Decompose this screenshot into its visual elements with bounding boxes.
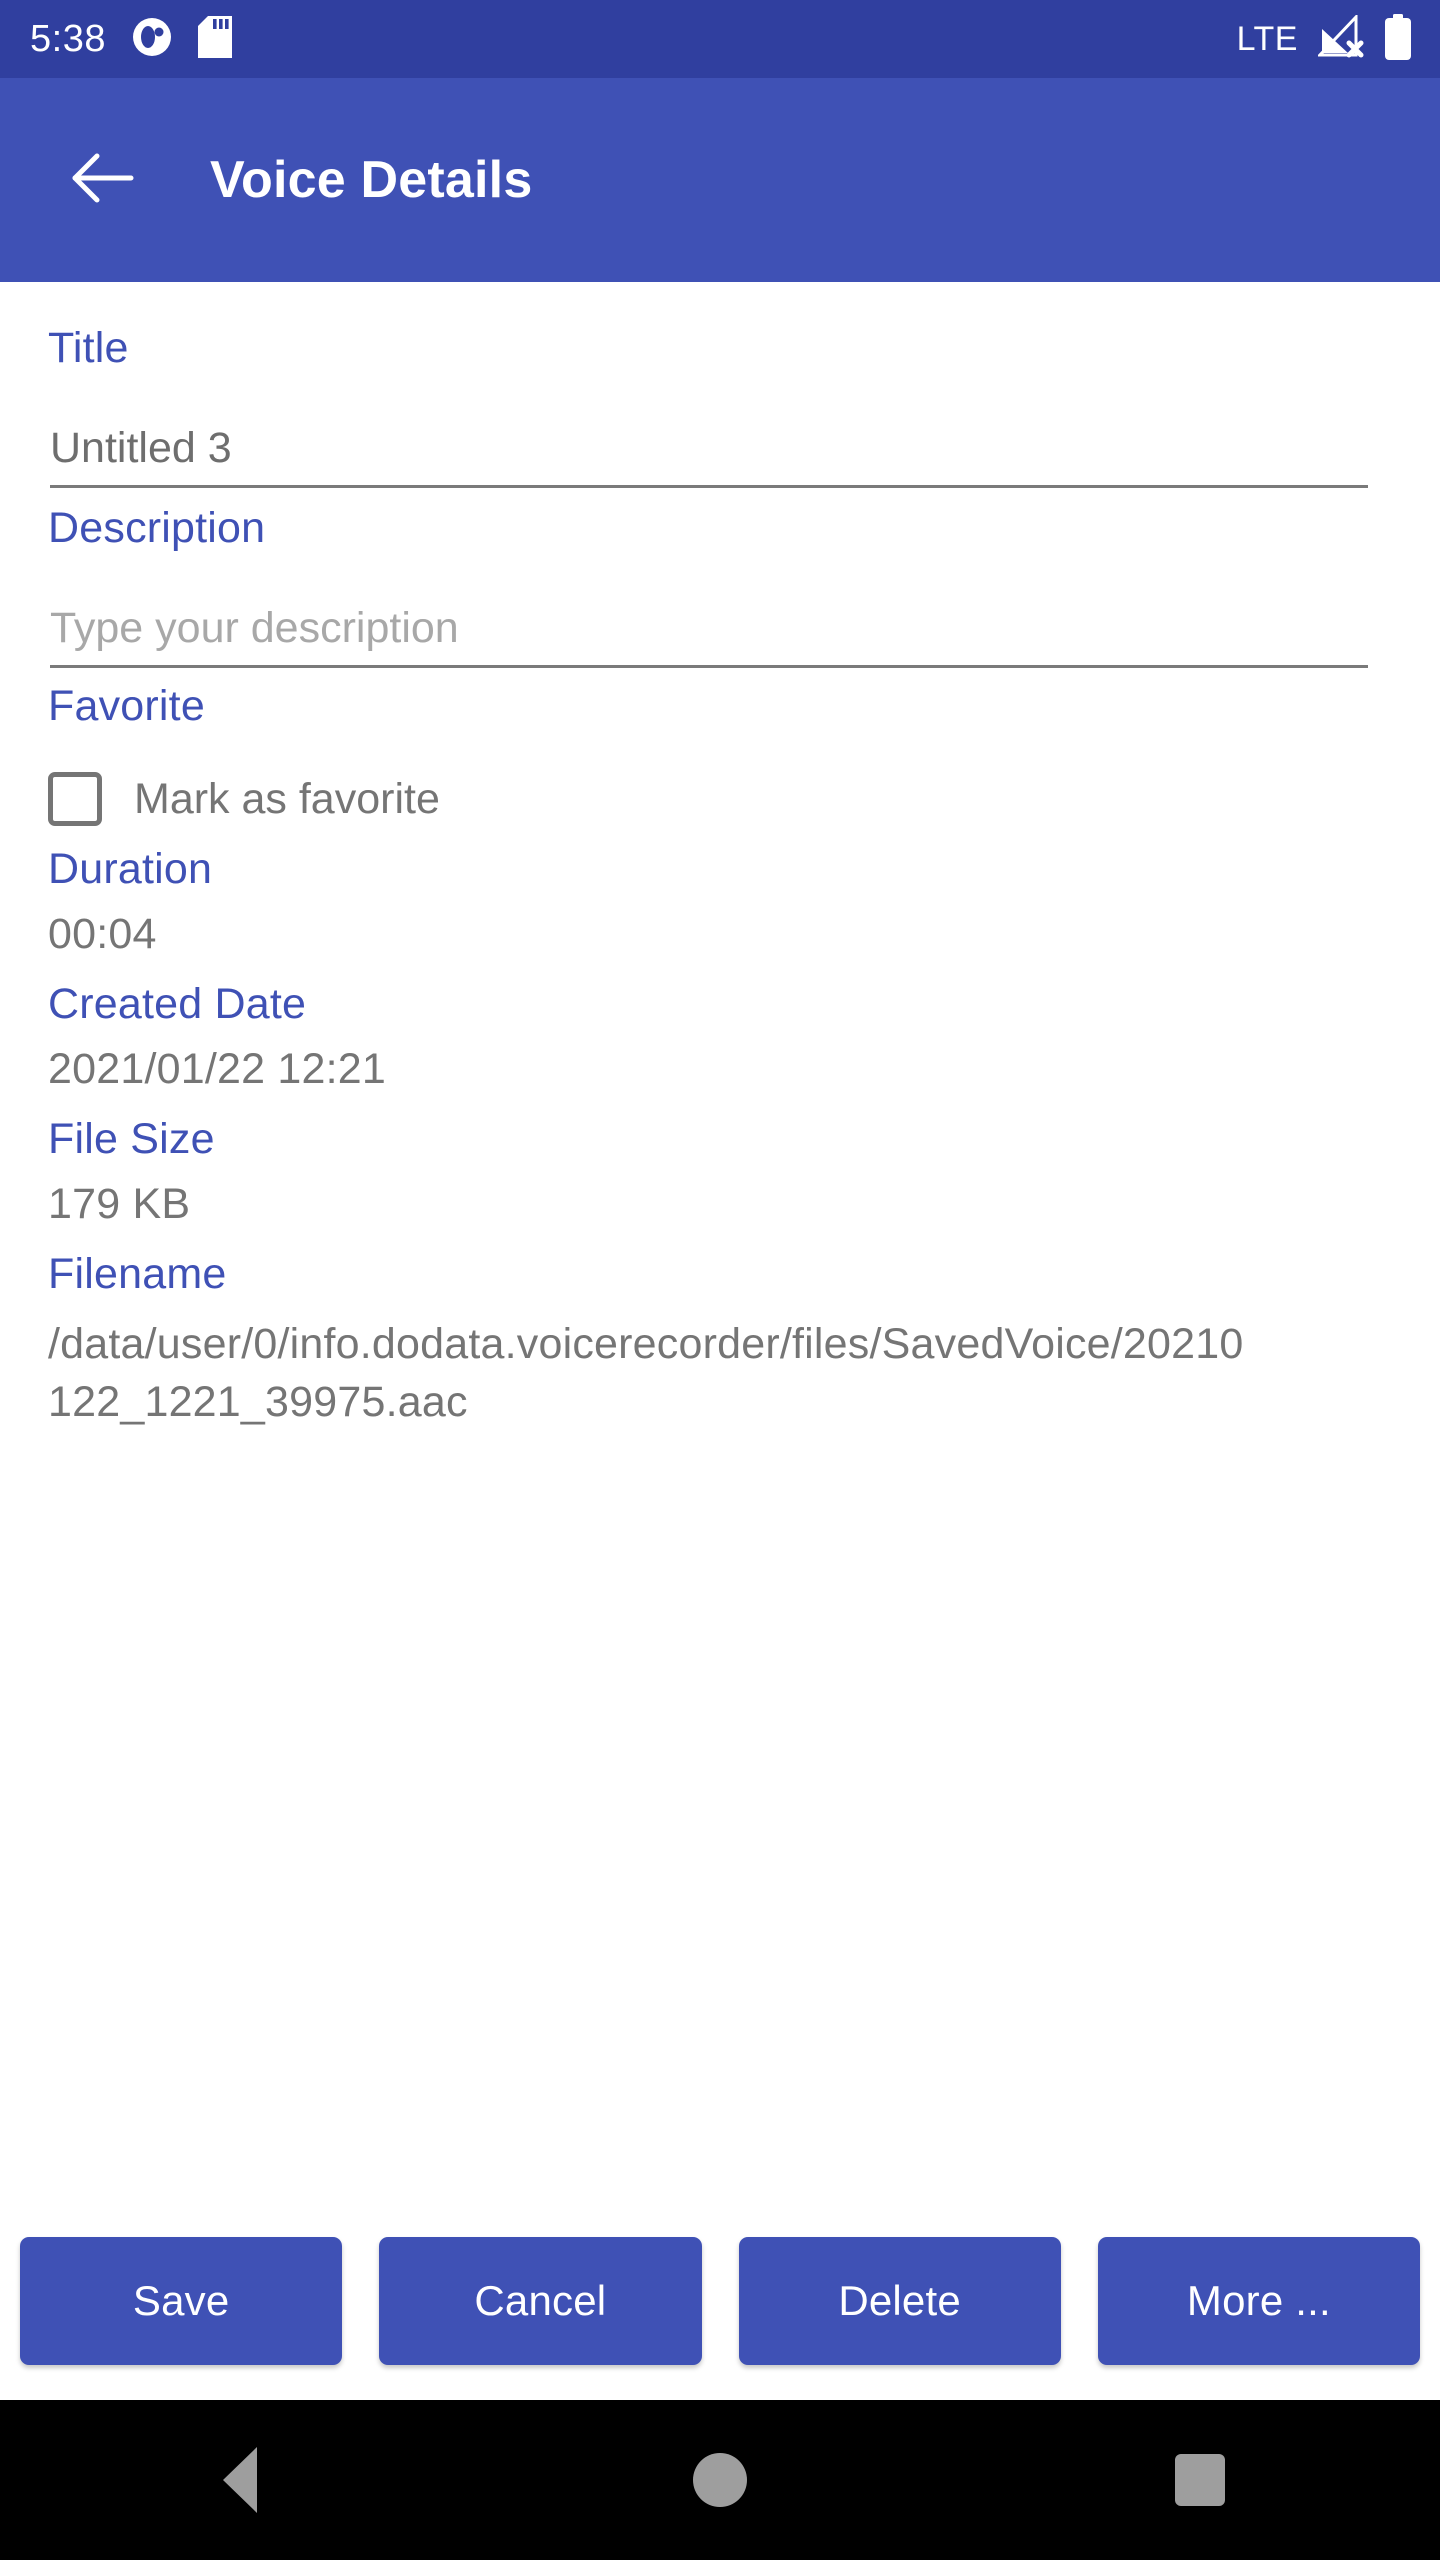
app-notification-icon: [132, 17, 172, 62]
delete-button[interactable]: Delete: [738, 2237, 1061, 2365]
filename-value: /data/user/0/info.dodata.voicerecorder/f…: [48, 1320, 1244, 1426]
favorite-checkbox-label: Mark as favorite: [134, 774, 440, 823]
android-navigation-bar: [0, 2400, 1440, 2560]
battery-full-icon: [1384, 13, 1412, 65]
favorite-label: Favorite: [48, 682, 205, 730]
favorite-checkbox-row[interactable]: Mark as favorite: [48, 772, 440, 826]
signal-no-service-icon: [1316, 12, 1364, 64]
title-label: Title: [48, 324, 129, 372]
file-size-field-group: File Size 179 KB: [48, 1115, 215, 1229]
status-bar: 5:38 LTE: [0, 0, 1440, 78]
duration-field-group: Duration 00:04: [48, 845, 212, 959]
save-button[interactable]: Save: [20, 2237, 343, 2365]
file-size-value: 179 KB: [48, 1180, 191, 1228]
nav-home-button[interactable]: [630, 2400, 810, 2560]
action-button-bar: Save Cancel Delete More ...: [0, 2237, 1440, 2365]
cancel-button[interactable]: Cancel: [379, 2237, 702, 2365]
status-bar-left: 5:38: [30, 0, 1237, 78]
title-input-wrapper: [48, 424, 1368, 488]
sd-card-icon: [197, 15, 232, 63]
more-button[interactable]: More ...: [1097, 2237, 1420, 2365]
description-field-group: Description: [48, 504, 1368, 668]
favorite-field-group: Favorite Mark as favorite: [48, 682, 440, 826]
favorite-checkbox[interactable]: [48, 772, 102, 826]
created-date-field-group: Created Date 2021/01/22 12:21: [48, 980, 386, 1094]
duration-label: Duration: [48, 845, 213, 893]
filename-label: Filename: [48, 1250, 227, 1298]
back-navigation-button[interactable]: [62, 139, 144, 221]
status-clock: 5:38: [30, 18, 106, 60]
nav-back-button[interactable]: [150, 2400, 330, 2560]
title-field-group: Title: [48, 324, 1368, 488]
voice-details-form: Title Description Favorite Mark as favor…: [0, 282, 1440, 2200]
description-input-wrapper: [48, 604, 1368, 668]
page-title: Voice Details: [210, 151, 533, 209]
network-type-label: LTE: [1236, 19, 1298, 58]
recents-square-icon: [1175, 2454, 1225, 2506]
title-input[interactable]: [50, 424, 1368, 488]
description-label: Description: [48, 504, 266, 552]
arrow-left-icon: [71, 150, 135, 211]
duration-value: 00:04: [48, 910, 157, 958]
back-triangle-icon: [223, 2447, 257, 2513]
created-date-value: 2021/01/22 12:21: [48, 1045, 386, 1093]
file-size-label: File Size: [48, 1115, 215, 1163]
nav-recents-button[interactable]: [1110, 2400, 1290, 2560]
status-bar-right: LTE: [1236, 12, 1412, 65]
created-date-label: Created Date: [48, 980, 307, 1028]
app-bar: Voice Details: [0, 78, 1440, 282]
home-circle-icon: [693, 2453, 747, 2507]
filename-field-group: Filename /data/user/0/info.dodata.voicer…: [48, 1250, 1248, 1431]
description-input[interactable]: [50, 604, 1368, 668]
